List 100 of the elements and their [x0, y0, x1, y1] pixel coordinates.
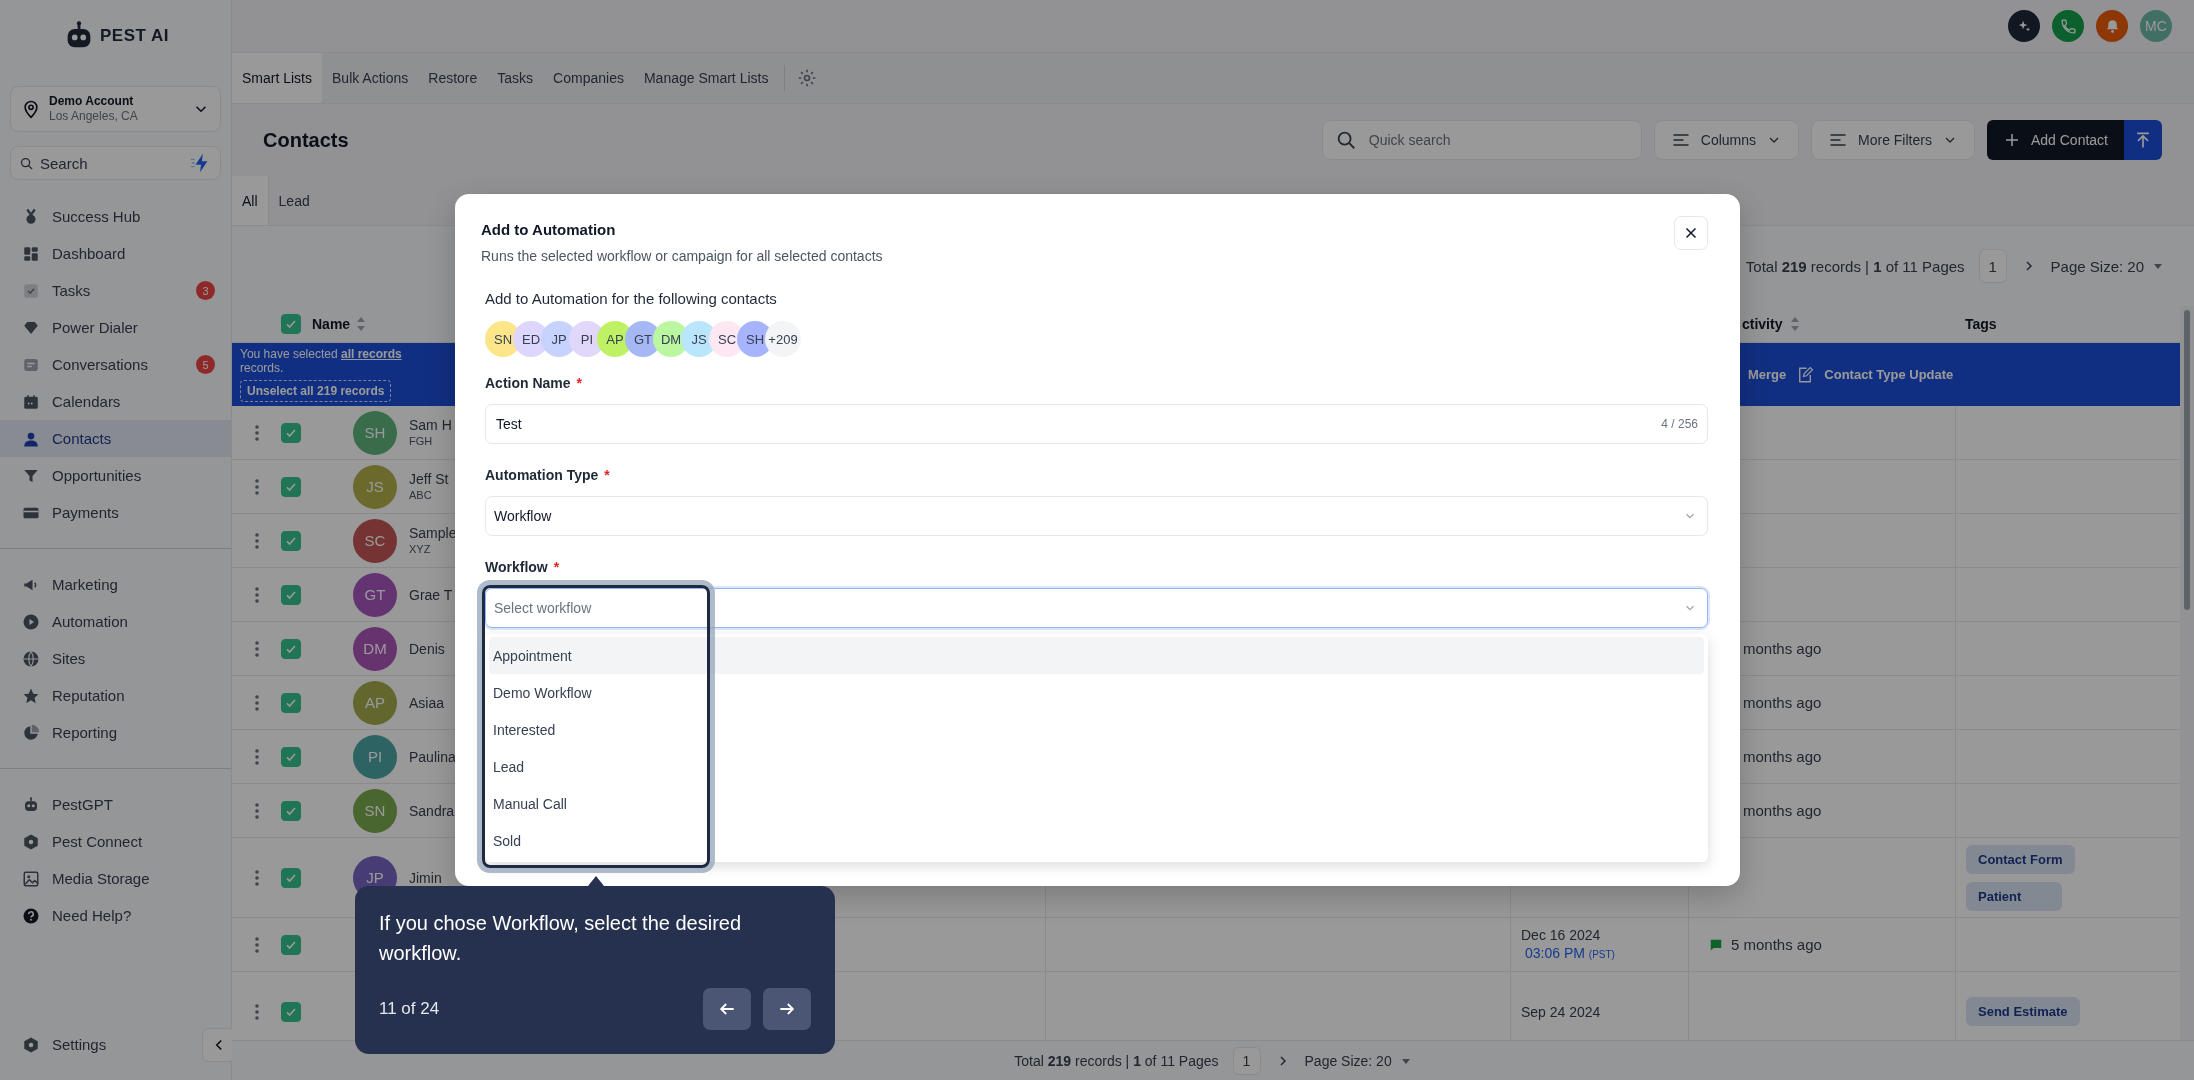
more-options-icon[interactable] [255, 532, 259, 549]
contact-name[interactable]: Sam H [409, 416, 452, 433]
nav-item[interactable]: Conversations 5 [0, 346, 231, 383]
contact-name[interactable]: Paulina [409, 748, 456, 765]
scrollbar[interactable] [2180, 306, 2194, 1040]
more-options-icon[interactable] [255, 586, 259, 603]
page-size-dropdown[interactable]: Page Size: 20 [1304, 1052, 1412, 1069]
date-text: Sep 24 2024 [1521, 1002, 1601, 1021]
merge-button[interactable]: Merge [1748, 367, 1787, 382]
contact-avatar: PI [353, 734, 397, 779]
tab[interactable]: Lead [268, 176, 320, 225]
nav-item[interactable]: Dashboard [0, 235, 231, 272]
dropdown-option[interactable]: Demo Workflow [489, 674, 1704, 711]
nav-item[interactable]: Payments [0, 494, 231, 531]
all-records-link[interactable]: all records [340, 347, 402, 361]
next-button[interactable] [763, 988, 811, 1030]
contact-name[interactable]: Asiaa [409, 694, 445, 711]
page-size-dropdown[interactable]: Page Size: 20 [2050, 257, 2164, 275]
nav-item[interactable]: Reporting [0, 714, 231, 751]
contact-name[interactable]: Sandra [409, 802, 455, 819]
dropdown-option[interactable]: Appointment [489, 637, 1704, 674]
activity-text: 5 months ago [1731, 936, 1822, 953]
checkbox[interactable] [281, 692, 301, 713]
nav-item[interactable]: Media Storage [0, 860, 231, 897]
field-label: Automation Type [485, 467, 599, 484]
nav-item[interactable]: Pest Connect [0, 823, 231, 860]
contact-name[interactable]: Denis [409, 640, 445, 657]
dropdown-option[interactable]: Lead [489, 748, 1704, 785]
nav-item[interactable]: Reputation [0, 677, 231, 714]
search-field[interactable]: Quick search [1321, 120, 1642, 160]
header-button[interactable] [2052, 10, 2084, 42]
add-contact-button[interactable]: Add Contact [1986, 120, 2124, 160]
more-options-icon[interactable] [255, 640, 259, 657]
account-switcher[interactable]: Demo Account Los Angeles, CA [10, 86, 221, 132]
nav-item[interactable]: Need Help? [0, 897, 231, 934]
tab[interactable]: Bulk Actions [322, 53, 419, 103]
nav-item[interactable]: Success Hub [0, 198, 231, 235]
header-button[interactable] [2008, 10, 2040, 42]
select-field[interactable]: Select workflow [485, 588, 1708, 628]
columns-button[interactable]: Columns [1653, 120, 1800, 160]
dialog-title: Add to Automation [481, 220, 617, 240]
checkbox[interactable] [281, 867, 301, 888]
contact-name[interactable]: Jeff St [409, 470, 449, 487]
search-icon [19, 155, 34, 171]
checkbox[interactable] [281, 934, 301, 955]
more-options-icon[interactable] [255, 478, 259, 495]
header-button[interactable] [2096, 10, 2128, 42]
more-options-icon[interactable] [255, 694, 259, 711]
contact-name[interactable]: Sample [409, 524, 457, 541]
checkbox[interactable] [281, 584, 301, 605]
nav-item[interactable]: Marketing [0, 566, 231, 603]
nav-item[interactable]: Power Dialer [0, 309, 231, 346]
more-options-icon[interactable] [255, 802, 259, 819]
select-field[interactable]: Workflow [485, 496, 1708, 536]
checkbox[interactable] [281, 530, 301, 551]
nav-item[interactable]: Calendars [0, 383, 231, 420]
filters-button[interactable]: More Filters [1811, 120, 1975, 160]
hexagon-icon [22, 1035, 40, 1054]
sort-icon[interactable] [356, 316, 367, 332]
checkbox[interactable] [281, 638, 301, 659]
checkbox[interactable] [281, 800, 301, 821]
close-button[interactable] [1674, 216, 1708, 250]
nav-item[interactable]: Sites [0, 640, 231, 677]
checkbox[interactable] [281, 1001, 301, 1022]
checkbox[interactable] [281, 746, 301, 767]
checkbox[interactable] [281, 314, 301, 334]
settings-icon[interactable] [797, 68, 818, 88]
contact-name[interactable]: Grae T [409, 586, 453, 603]
search-field[interactable]: Search [10, 146, 221, 180]
nav-item[interactable]: Automation [0, 603, 231, 640]
unselect-button[interactable]: Unselect all 219 records [240, 380, 392, 402]
contact-type-update-button[interactable]: Contact Type Update [1824, 367, 1954, 382]
dropdown-option[interactable]: Interested [489, 711, 1704, 748]
sort-icon[interactable] [1790, 316, 1801, 332]
page-number-button[interactable]: 1 [1232, 1046, 1261, 1075]
tab[interactable]: Restore [418, 53, 488, 103]
contact-name[interactable]: Jimin [409, 869, 442, 886]
more-options-icon[interactable] [255, 1003, 259, 1020]
more-options-icon[interactable] [255, 869, 259, 886]
tab[interactable]: Companies [543, 53, 634, 103]
nav-item[interactable]: PestGPT [0, 786, 231, 823]
nav-item[interactable]: Contacts [0, 420, 231, 457]
nav-item[interactable]: Settings [0, 1026, 202, 1063]
dropdown-option[interactable]: Manual Call [489, 785, 1704, 822]
dropdown-option[interactable]: Sold [489, 822, 1704, 859]
upload-button[interactable] [2124, 120, 2162, 160]
checkbox[interactable] [281, 422, 301, 443]
checkbox[interactable] [281, 476, 301, 497]
field-label: Action Name [485, 375, 571, 392]
tab[interactable]: Tasks [487, 53, 544, 103]
more-options-icon[interactable] [255, 424, 259, 441]
more-options-icon[interactable] [255, 936, 259, 953]
previous-button[interactable] [703, 988, 751, 1030]
tab[interactable]: Manage Smart Lists [633, 53, 779, 103]
nav-item[interactable]: Opportunities [0, 457, 231, 494]
tab[interactable]: All [232, 176, 269, 225]
nav-item[interactable]: Tasks 3 [0, 272, 231, 309]
more-options-icon[interactable] [255, 748, 259, 765]
page-number-button[interactable]: 1 [1978, 249, 2007, 283]
tab[interactable]: Smart Lists [232, 53, 322, 103]
